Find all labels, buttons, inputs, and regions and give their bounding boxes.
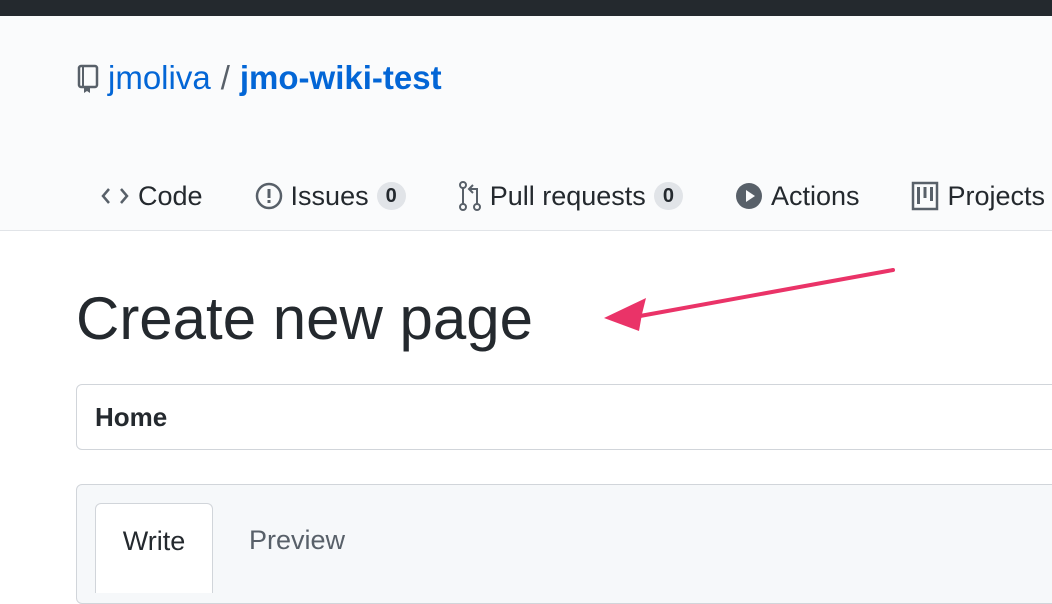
- top-bar: [0, 0, 1052, 16]
- repo-icon: [76, 61, 100, 95]
- tab-issues[interactable]: Issues 0: [255, 181, 406, 212]
- tab-projects-label: Projects: [947, 180, 1046, 211]
- tab-actions-label: Actions: [770, 180, 860, 211]
- tab-pull-requests-label: Pull requests: [489, 180, 646, 211]
- pull-requests-count-badge: 0: [653, 182, 683, 210]
- tab-write[interactable]: Write: [95, 503, 213, 593]
- tab-actions[interactable]: Actions: [735, 180, 860, 212]
- issue-opened-icon: [255, 182, 282, 210]
- editor-panel: Write Preview: [76, 484, 1052, 604]
- issues-count-badge: 0: [376, 182, 406, 210]
- tab-code[interactable]: Code: [100, 181, 203, 212]
- project-icon: [912, 181, 939, 211]
- repo-header: jmoliva / jmo-wiki-test Code Issues 0 Pu…: [0, 16, 1052, 231]
- tab-preview[interactable]: Preview: [249, 525, 345, 555]
- page-name-input[interactable]: [76, 384, 1052, 450]
- play-icon: [735, 183, 762, 209]
- tab-code-label: Code: [138, 180, 203, 211]
- breadcrumb-separator: /: [220, 59, 230, 96]
- repo-breadcrumb: jmoliva / jmo-wiki-test: [76, 56, 442, 100]
- repo-nav-tabs: Code Issues 0 Pull requests 0 Actions Pr…: [100, 176, 1052, 216]
- tab-projects[interactable]: Projects: [911, 181, 1045, 212]
- tab-issues-label: Issues: [290, 180, 369, 211]
- tab-pull-requests[interactable]: Pull requests 0: [458, 180, 683, 212]
- repo-owner-link[interactable]: jmoliva: [108, 59, 211, 97]
- git-pull-request-icon: [458, 181, 481, 211]
- page-title: Create new page: [76, 285, 533, 352]
- code-icon: [101, 188, 129, 204]
- repo-name-link[interactable]: jmo-wiki-test: [240, 59, 442, 97]
